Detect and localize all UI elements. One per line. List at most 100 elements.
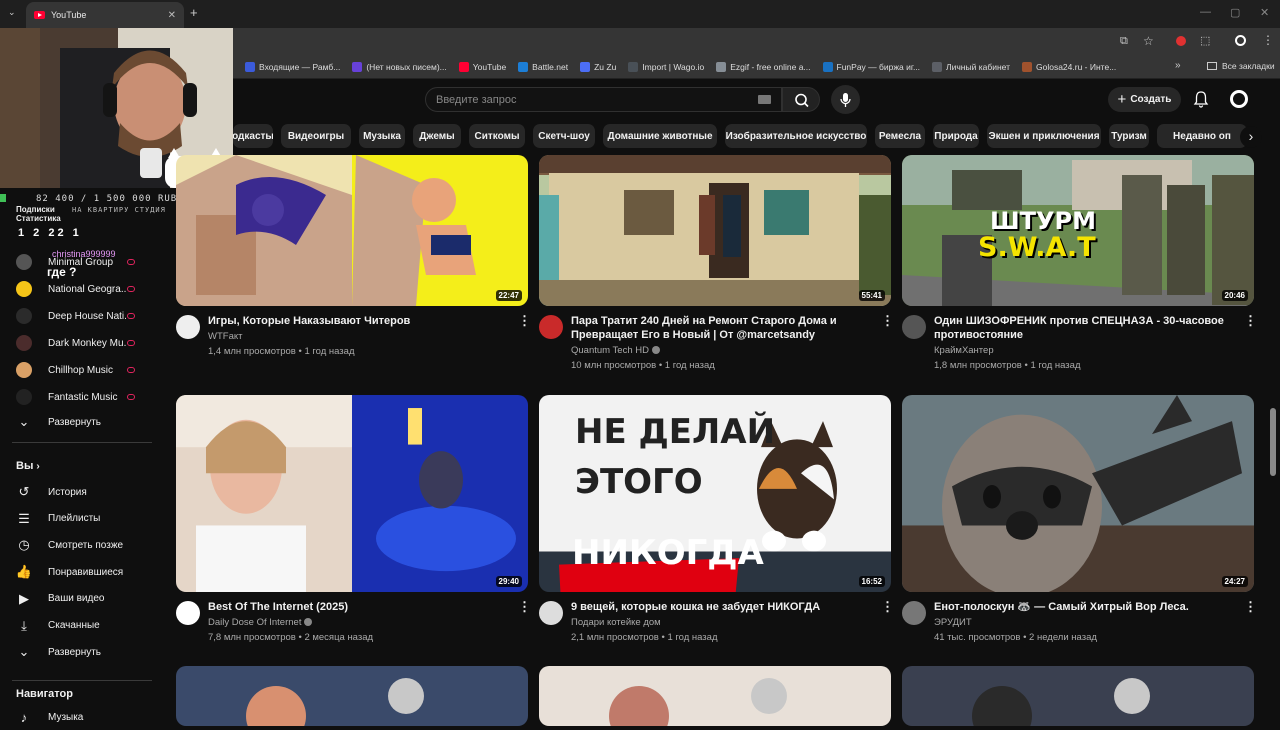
bookmark-item[interactable]: (Нет новых писем)... — [352, 61, 447, 72]
channel-name[interactable]: Подари котейке дом — [571, 617, 661, 628]
tab-youtube[interactable]: YouTube ✕ — [26, 2, 184, 28]
account-avatar[interactable] — [1230, 90, 1248, 108]
more-options-icon[interactable]: ⋮ — [1244, 313, 1257, 329]
sidebar-item-label: Смотреть позже — [48, 539, 124, 551]
chip-category[interactable]: Изобразительное искусство — [725, 124, 867, 148]
sidebar-expand-subscriptions[interactable]: ⌄ Развернуть — [0, 409, 153, 435]
video-thumbnail[interactable] — [902, 666, 1254, 726]
sidebar-item[interactable]: ↺ История — [0, 479, 153, 505]
video-title[interactable]: Пара Тратит 240 Дней на Ремонт Старого Д… — [571, 314, 871, 342]
channel-avatar[interactable] — [539, 315, 563, 339]
bookmarks-overflow-icon[interactable]: » — [1175, 60, 1181, 71]
channel-name[interactable]: ЭРУДИТ — [934, 617, 972, 628]
video-thumbnail[interactable] — [176, 666, 528, 726]
video-title[interactable]: Best Of The Internet (2025) — [208, 600, 508, 614]
more-options-icon[interactable]: ⋮ — [1244, 599, 1257, 615]
search-button[interactable] — [782, 87, 820, 112]
bookmark-item[interactable]: Import | Wago.io — [628, 61, 704, 72]
chip-category[interactable]: Ситкомы — [469, 124, 525, 148]
browser-tab-bar: ⌄ YouTube ✕ + — ▢ ✕ — [0, 0, 1280, 28]
extension-icon[interactable] — [1176, 36, 1186, 46]
channel-name[interactable]: Daily Dose Of Internet — [208, 617, 313, 628]
sidebar-subscription-item[interactable]: Dark Monkey Mu... — [0, 330, 153, 356]
chip-category[interactable]: Недавно оп — [1157, 124, 1247, 148]
chip-category[interactable]: одкасты — [233, 124, 273, 148]
window-close-icon[interactable]: ✕ — [1260, 6, 1269, 19]
tab-close-icon[interactable]: ✕ — [168, 10, 176, 21]
sidebar-item[interactable]: ▶ Ваши видео — [0, 586, 153, 612]
maximize-icon[interactable]: ▢ — [1230, 6, 1240, 19]
tab-list-icon[interactable]: ⌄ — [8, 7, 16, 18]
chip-category[interactable]: Природа — [933, 124, 979, 148]
sidebar-item[interactable]: ⤓ Скачанные — [0, 613, 153, 639]
new-tab-button[interactable]: + — [190, 5, 198, 20]
bookmark-favicon-icon — [822, 61, 833, 72]
search-input[interactable]: Введите запрос — [425, 87, 782, 112]
bookmark-item[interactable]: Zu Zu — [580, 61, 616, 72]
bookmark-item[interactable]: Golosa24.ru - Инте... — [1022, 61, 1116, 72]
chip-category[interactable]: Скетч-шоу — [533, 124, 595, 148]
sidebar-subscription-item[interactable]: Deep House Nati... — [0, 303, 153, 329]
you-heading[interactable]: Вы › — [16, 460, 40, 472]
sidebar-item[interactable]: ☰ Плейлисты — [0, 506, 153, 532]
thumbnail-image — [176, 395, 528, 592]
video-thumbnail[interactable]: 55:41 — [539, 155, 891, 306]
video-thumbnail[interactable]: 24:27 — [902, 395, 1254, 592]
channel-name[interactable]: Quantum Tech HD — [571, 345, 660, 356]
bookmark-item[interactable]: YouTube — [458, 61, 506, 72]
chip-category[interactable]: Туризм — [1109, 124, 1149, 148]
chip-category[interactable]: Джемы — [413, 124, 461, 148]
chip-category[interactable]: Домашние животные — [603, 124, 717, 148]
video-title[interactable]: Игры, Которые Наказывают Читеров — [208, 314, 508, 328]
channel-name-text: Daily Dose Of Internet — [208, 617, 302, 628]
channel-name[interactable]: WTFакт — [208, 331, 242, 342]
bookmark-item[interactable]: Battle.net — [518, 61, 568, 72]
channel-avatar[interactable] — [176, 315, 200, 339]
chip-category[interactable]: Экшен и приключения — [987, 124, 1101, 148]
chips-next-button[interactable]: › — [1240, 126, 1262, 148]
sidebar-subscription-item[interactable]: Fantastic Music — [0, 384, 153, 410]
live-indicator-icon — [127, 286, 135, 292]
channel-avatar[interactable] — [902, 601, 926, 625]
channel-name[interactable]: КраймХантер — [934, 345, 994, 356]
channel-avatar[interactable] — [176, 601, 200, 625]
bookmark-item[interactable]: Ezgif - free online a... — [716, 61, 811, 72]
chip-category[interactable]: Видеоигры — [281, 124, 351, 148]
minimize-icon[interactable]: — — [1200, 6, 1211, 18]
profile-icon[interactable] — [1235, 35, 1246, 46]
sidebar-item[interactable]: ◷ Смотреть позже — [0, 532, 153, 558]
video-title[interactable]: 9 вещей, которые кошка не забудет НИКОГД… — [571, 600, 871, 614]
bookmark-item[interactable]: Входящие — Рамб... — [245, 61, 340, 72]
video-thumbnail[interactable]: 22:47 — [176, 155, 528, 306]
sidebar-item-music[interactable]: ♪ Музыка — [0, 704, 153, 730]
chip-category[interactable]: Музыка — [359, 124, 405, 148]
more-options-icon[interactable]: ⋮ — [518, 313, 531, 329]
video-thumbnail[interactable]: 29:40 — [176, 395, 528, 592]
sidebar-item[interactable]: ⌄ Развернуть — [0, 639, 153, 665]
extensions-puzzle-icon[interactable]: ⬚ — [1200, 34, 1210, 47]
video-title[interactable]: Енот-полоскун 🦝 — Самый Хитрый Вор Леса. — [934, 600, 1234, 614]
bookmark-item[interactable]: FunPay — биржа иг... — [822, 61, 920, 72]
voice-search-button[interactable] — [831, 85, 860, 114]
video-thumbnail[interactable] — [539, 666, 891, 726]
bookmark-favicon-icon — [932, 61, 943, 72]
page-scrollbar[interactable] — [1270, 408, 1276, 476]
bookmark-item[interactable]: Личный кабинет — [932, 61, 1010, 72]
chip-category[interactable]: Ремесла — [875, 124, 925, 148]
browser-menu-icon[interactable]: ⋮ — [1262, 33, 1274, 47]
keyboard-icon[interactable] — [758, 95, 771, 104]
more-options-icon[interactable]: ⋮ — [518, 599, 531, 615]
more-options-icon[interactable]: ⋮ — [881, 599, 894, 615]
all-bookmarks-folder[interactable]: Все закладки — [1207, 61, 1275, 71]
sidebar-item[interactable]: 👍 Понравившиеся — [0, 559, 153, 585]
sidebar-item-label: История — [48, 486, 87, 498]
sidebar-subscription-item[interactable]: Chillhop Music — [0, 357, 153, 383]
more-options-icon[interactable]: ⋮ — [881, 313, 894, 329]
channel-avatar[interactable] — [539, 601, 563, 625]
video-title[interactable]: Один ШИЗОФРЕНИК против СПЕЦНАЗА - 30-час… — [934, 314, 1234, 342]
channel-avatar[interactable] — [902, 315, 926, 339]
create-button[interactable]: + Создать — [1108, 87, 1181, 112]
notifications-bell-icon[interactable] — [1192, 90, 1210, 108]
cast-icon[interactable]: ⧉ — [1120, 35, 1128, 48]
bookmark-star-icon[interactable]: ☆ — [1143, 34, 1154, 48]
